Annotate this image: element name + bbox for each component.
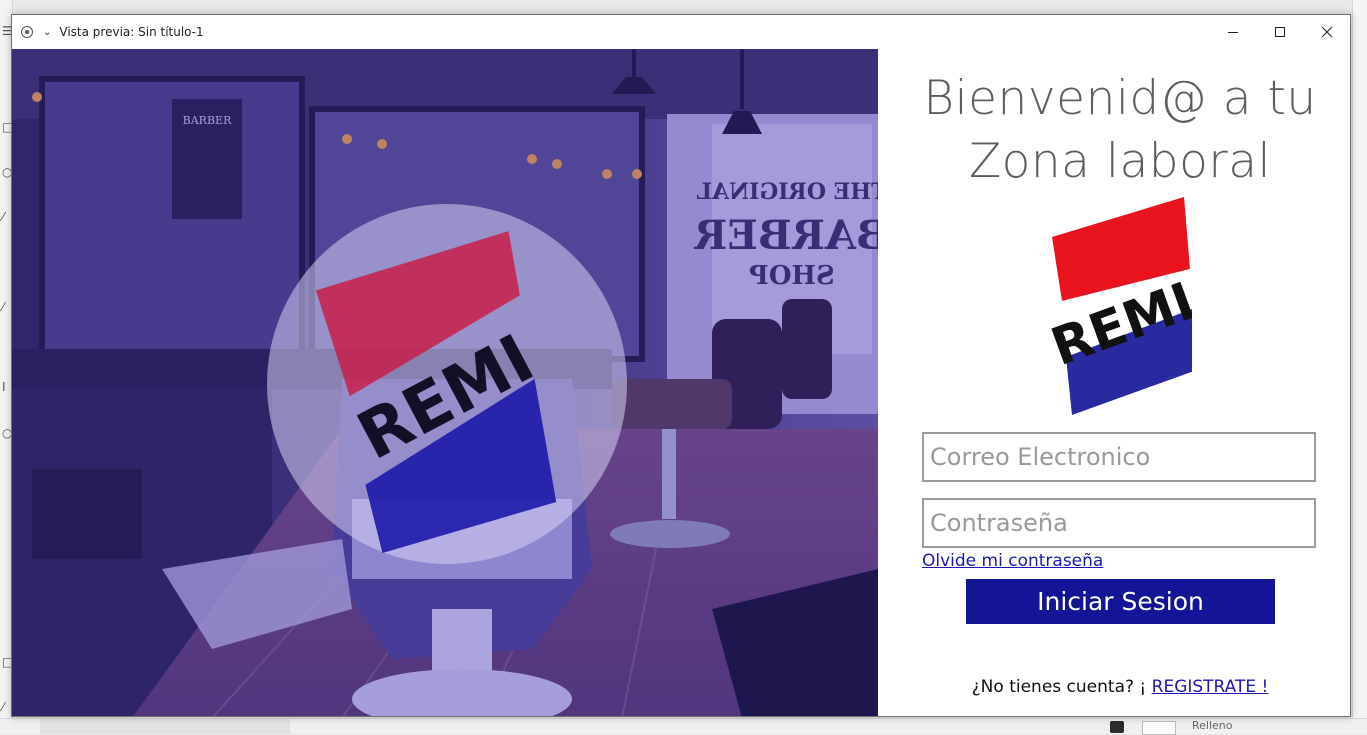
welcome-heading: Bienvenid@ a tu Zona laboral xyxy=(878,67,1350,193)
remi-logo: REMI xyxy=(1042,197,1202,427)
email-field[interactable] xyxy=(922,432,1316,482)
signup-prompt: ¿No tienes cuenta? ¡ xyxy=(971,677,1152,697)
maximize-icon xyxy=(1274,27,1285,37)
barbershop-hero-image: THE ORIGINAL BARBER SHOP BARBER REMI xyxy=(12,49,878,716)
close-icon xyxy=(1321,26,1332,38)
background-tab xyxy=(40,719,290,734)
welcome-line-1: Bienvenid@ a tu xyxy=(923,71,1317,126)
fill-label: Relleno xyxy=(1192,719,1233,732)
register-link[interactable]: REGISTRATE ! xyxy=(1152,677,1269,697)
window-title: Vista previa: Sin título-1 xyxy=(59,25,204,39)
minimize-icon xyxy=(1227,32,1238,33)
login-panel: Bienvenid@ a tu Zona laboral REMI Olvide… xyxy=(878,49,1350,716)
minimize-button[interactable] xyxy=(1209,15,1256,49)
welcome-line-2: Zona laboral xyxy=(968,134,1272,189)
fill-checkbox[interactable] xyxy=(1110,721,1124,733)
window-controls xyxy=(1209,15,1350,49)
background-app-bottom-bar: Relleno xyxy=(0,718,1367,735)
close-button[interactable] xyxy=(1303,15,1350,49)
password-input[interactable] xyxy=(924,500,1314,546)
email-input[interactable] xyxy=(924,434,1314,480)
chevron-down-icon[interactable]: ⌄ xyxy=(43,27,51,38)
preview-window: ⌄ Vista previa: Sin título-1 THE ORIGINA… xyxy=(11,14,1351,717)
title-bar[interactable]: ⌄ Vista previa: Sin título-1 xyxy=(12,15,1350,49)
signup-line: ¿No tienes cuenta? ¡ REGISTRATE ! xyxy=(878,677,1350,697)
password-field[interactable] xyxy=(922,498,1316,548)
login-button[interactable]: Iniciar Sesion xyxy=(966,579,1275,624)
background-app-right-panel xyxy=(1352,0,1367,733)
maximize-button[interactable] xyxy=(1256,15,1303,49)
forgot-password-link[interactable]: Olvide mi contraseña xyxy=(922,551,1103,571)
app-record-icon xyxy=(21,26,33,38)
